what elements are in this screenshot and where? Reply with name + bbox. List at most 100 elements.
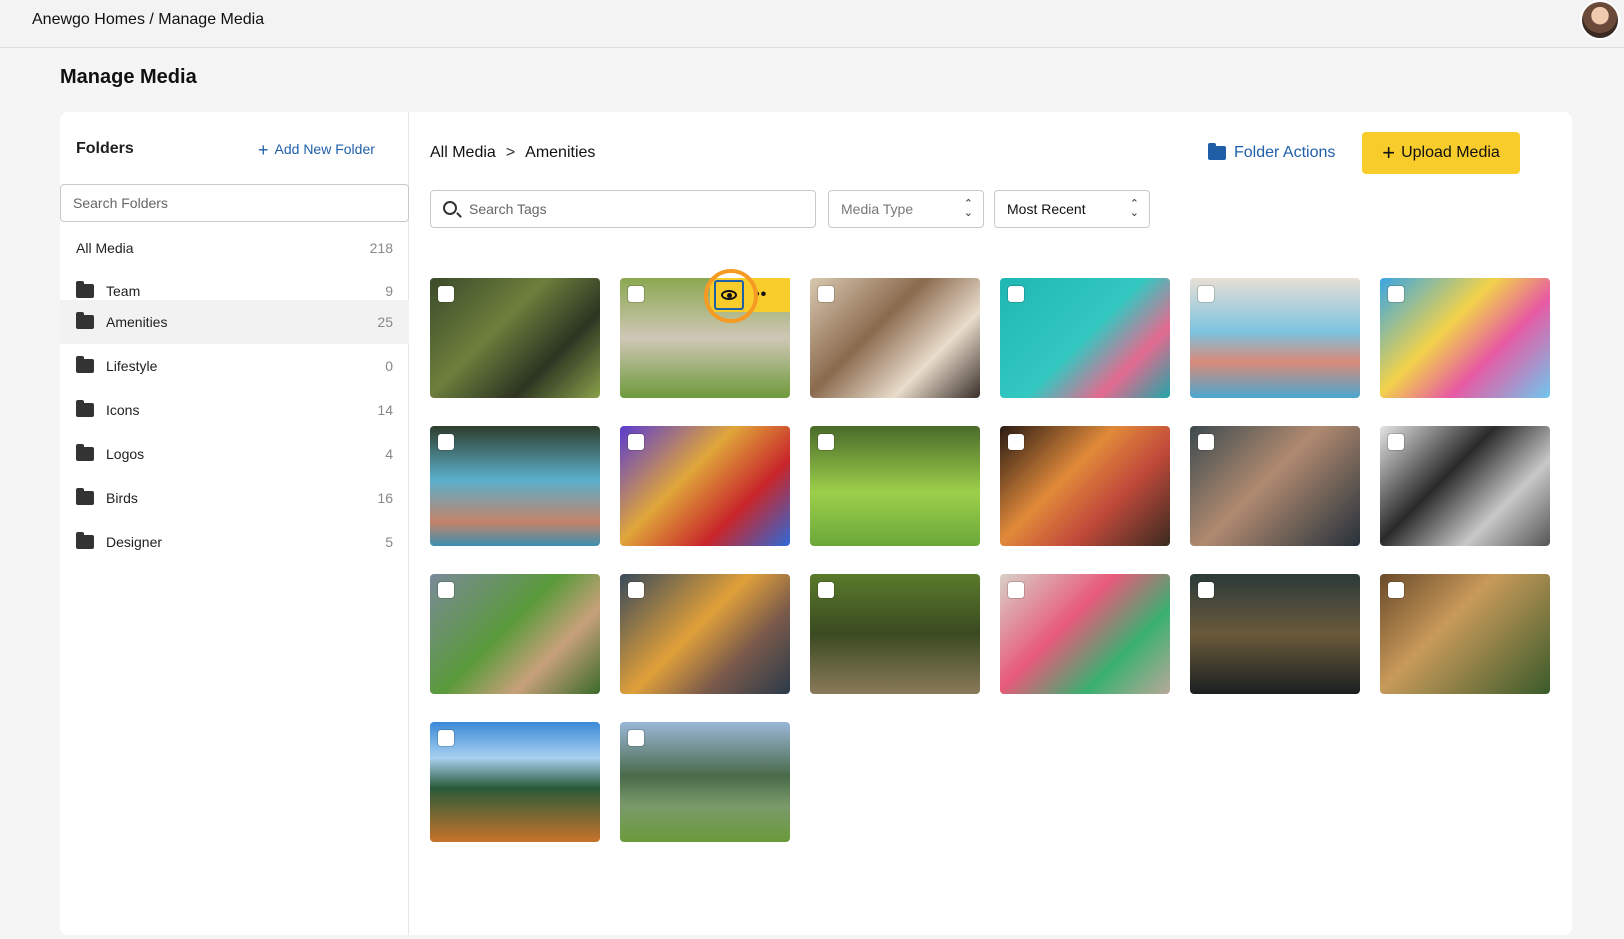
- folder-icon: [76, 312, 94, 329]
- folder-icon: [76, 488, 94, 505]
- thumb-shopping-friends[interactable]: [1000, 574, 1170, 694]
- thumb-waterslide[interactable]: [1380, 278, 1550, 398]
- upload-media-label: Upload Media: [1401, 144, 1500, 161]
- select-checkbox[interactable]: [438, 434, 454, 450]
- folder-count: 5: [385, 534, 393, 550]
- thumb-hot-tub[interactable]: [430, 426, 600, 546]
- folder-label: Lifestyle: [106, 358, 158, 374]
- folder-label: Logos: [106, 446, 145, 462]
- folder-label: Designer: [106, 534, 163, 550]
- thumb-outdoor-dining[interactable]: [1190, 574, 1360, 694]
- folder-item-icons[interactable]: Icons 14: [60, 388, 409, 432]
- folders-title: Folders: [76, 140, 134, 157]
- folder-item-lifestyle[interactable]: Lifestyle 0: [60, 344, 409, 388]
- search-icon: [443, 201, 457, 215]
- select-checkbox[interactable]: [1008, 582, 1024, 598]
- select-checkbox[interactable]: [628, 286, 644, 302]
- folder-count: 16: [377, 490, 393, 506]
- thumb-shopping-woman[interactable]: [620, 574, 790, 694]
- select-checkbox[interactable]: [1198, 434, 1214, 450]
- folder-label: Team: [106, 283, 141, 299]
- select-checkbox[interactable]: [818, 434, 834, 450]
- folder-count: 25: [377, 314, 393, 330]
- search-tags-field[interactable]: [430, 190, 816, 228]
- folder-item-amenities[interactable]: Amenities 25: [60, 300, 409, 344]
- breadcrumb-current: Amenities: [525, 144, 596, 161]
- select-checkbox[interactable]: [628, 582, 644, 598]
- folder-icon: [1208, 143, 1226, 160]
- folders-sidebar: Folders + Add New Folder All Media 218 Te…: [60, 112, 409, 935]
- folder-label: Icons: [106, 402, 140, 418]
- thumb-soccer[interactable]: [810, 426, 980, 546]
- folder-actions-button[interactable]: Folder Actions: [1208, 143, 1336, 162]
- app-breadcrumb: Anewgo Homes / Manage Media: [32, 11, 265, 28]
- top-bar: Anewgo Homes / Manage Media: [0, 0, 1624, 48]
- chevron-up-down-icon: ⌃ ⌄: [963, 198, 973, 219]
- thumb-swing[interactable]: [620, 426, 790, 546]
- add-new-folder-button[interactable]: + Add New Folder: [258, 140, 375, 161]
- folder-item-logos[interactable]: Logos 4: [60, 432, 409, 476]
- breadcrumb: All Media > Amenities: [430, 144, 595, 162]
- folder-count: 9: [385, 283, 393, 299]
- thumb-pool-floats[interactable]: [1000, 278, 1170, 398]
- search-folders-input[interactable]: [60, 184, 409, 222]
- folder-item-designer[interactable]: Designer 5: [60, 520, 409, 564]
- select-checkbox[interactable]: [438, 730, 454, 746]
- media-type-value: Media Type: [841, 201, 914, 217]
- folder-item-birds[interactable]: Birds 16: [60, 476, 409, 520]
- select-checkbox[interactable]: [438, 582, 454, 598]
- plus-icon: +: [1382, 140, 1396, 165]
- thumb-farmers-market[interactable]: [430, 574, 600, 694]
- folder-item-all-media[interactable]: All Media 218: [60, 226, 409, 270]
- folder-count: 4: [385, 446, 393, 462]
- folder-label: All Media: [76, 240, 134, 256]
- sort-select[interactable]: Most Recent ⌃ ⌄: [994, 190, 1150, 228]
- add-new-folder-label: Add New Folder: [274, 141, 375, 157]
- folder-actions-label: Folder Actions: [1234, 144, 1336, 161]
- thumb-lake-chairs[interactable]: [430, 722, 600, 842]
- folder-icon: [76, 444, 94, 461]
- thumb-picnic[interactable]: [1380, 574, 1550, 694]
- thumb-boardwalk[interactable]: [430, 278, 600, 398]
- folder-icon: [76, 532, 94, 549]
- select-checkbox[interactable]: [628, 730, 644, 746]
- folder-icon: [76, 400, 94, 417]
- thumb-dogs[interactable]: ••: [620, 269, 790, 398]
- folder-icon: [76, 356, 94, 373]
- chevron-up-down-icon: ⌃ ⌄: [1129, 198, 1139, 219]
- select-checkbox[interactable]: [818, 582, 834, 598]
- thumb-pool-kids[interactable]: [1190, 278, 1360, 398]
- select-checkbox[interactable]: [1388, 286, 1404, 302]
- folder-icon: [76, 281, 94, 298]
- folder-count: 0: [385, 358, 393, 374]
- select-checkbox[interactable]: [1198, 286, 1214, 302]
- plus-icon: +: [258, 140, 269, 160]
- click-highlight-ring: [704, 269, 758, 323]
- folder-label: Birds: [106, 490, 138, 506]
- media-main: All Media > Amenities Folder Actions + U…: [410, 112, 1572, 935]
- user-avatar[interactable]: [1580, 0, 1620, 40]
- upload-media-button[interactable]: + Upload Media: [1362, 132, 1520, 174]
- select-checkbox[interactable]: [1388, 582, 1404, 598]
- select-checkbox[interactable]: [1008, 286, 1024, 302]
- search-tags-input[interactable]: [469, 191, 809, 227]
- thumb-gym-plank[interactable]: [1190, 426, 1360, 546]
- page-title: Manage Media: [60, 66, 197, 88]
- folder-count: 14: [377, 402, 393, 418]
- thumb-pond[interactable]: [620, 722, 790, 842]
- select-checkbox[interactable]: [438, 286, 454, 302]
- select-checkbox[interactable]: [1388, 434, 1404, 450]
- media-type-select[interactable]: Media Type ⌃ ⌄: [828, 190, 984, 228]
- thumb-cocktails[interactable]: [1000, 426, 1170, 546]
- select-checkbox[interactable]: [818, 286, 834, 302]
- thumb-friends[interactable]: [810, 278, 980, 398]
- sort-value: Most Recent: [1007, 201, 1086, 217]
- select-checkbox[interactable]: [1008, 434, 1024, 450]
- thumb-gym-machine[interactable]: [1380, 426, 1550, 546]
- folder-count: 218: [369, 240, 393, 256]
- folder-label: Amenities: [106, 314, 168, 330]
- select-checkbox[interactable]: [1198, 582, 1214, 598]
- thumb-creek-hike[interactable]: [810, 574, 980, 694]
- breadcrumb-all-media[interactable]: All Media: [430, 144, 496, 162]
- select-checkbox[interactable]: [628, 434, 644, 450]
